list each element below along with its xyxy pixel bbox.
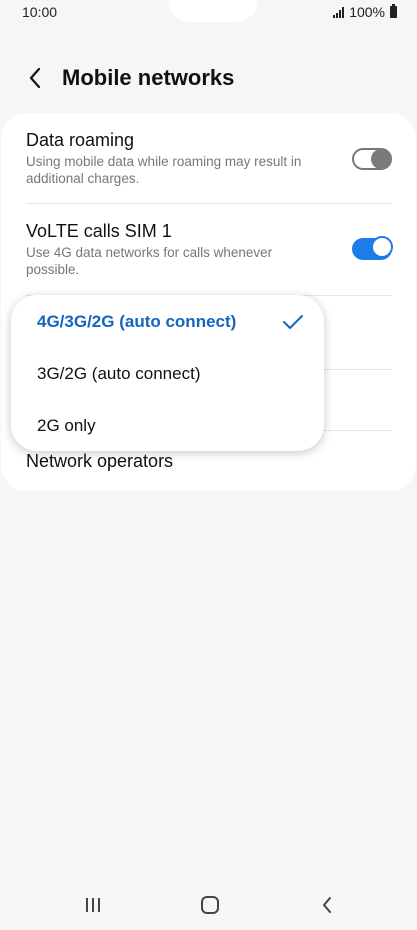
network-operators-title: Network operators — [26, 451, 174, 471]
home-icon — [201, 896, 219, 914]
camera-notch — [168, 0, 258, 22]
back-icon — [323, 897, 331, 913]
network-mode-option-4g-3g-2g[interactable]: 4G/3G/2G (auto connect) — [37, 312, 307, 332]
app-header: Mobile networks — [0, 55, 417, 101]
chevron-left-icon — [29, 67, 41, 89]
network-operators-row[interactable]: Network operators — [26, 450, 392, 472]
status-time: 10:00 — [22, 4, 58, 20]
volte-row[interactable]: VoLTE calls SIM 1 Use 4G data networks f… — [26, 220, 393, 278]
page-title: Mobile networks — [62, 65, 235, 90]
check-icon — [283, 315, 303, 329]
volte-subtitle: Use 4G data networks for calls whenever … — [26, 245, 273, 277]
back-button[interactable] — [18, 61, 52, 95]
status-bar: 10:00 100% — [0, 0, 417, 26]
network-mode-option-2g[interactable]: 2G only — [37, 416, 307, 436]
status-indicators: 100% — [333, 4, 397, 20]
data-roaming-toggle[interactable] — [352, 148, 392, 170]
network-mode-option-3g-2g[interactable]: 3G/2G (auto connect) — [37, 364, 307, 384]
signal-icon — [333, 6, 345, 18]
home-button[interactable] — [190, 892, 230, 918]
divider — [26, 203, 392, 204]
data-roaming-subtitle: Using mobile data while roaming may resu… — [26, 154, 302, 186]
system-nav-bar — [0, 880, 417, 930]
option-label: 4G/3G/2G (auto connect) — [37, 312, 237, 331]
recents-icon — [86, 898, 100, 912]
battery-percent: 100% — [349, 4, 385, 20]
option-label: 3G/2G (auto connect) — [37, 364, 201, 383]
toggle-knob — [371, 236, 393, 258]
network-mode-menu: 4G/3G/2G (auto connect) 3G/2G (auto conn… — [11, 295, 324, 451]
data-roaming-title: Data roaming — [26, 130, 135, 150]
data-roaming-row[interactable]: Data roaming Using mobile data while roa… — [26, 129, 392, 187]
volte-title: VoLTE calls SIM 1 — [26, 221, 172, 241]
option-label: 2G only — [37, 416, 96, 435]
volte-toggle[interactable] — [352, 236, 393, 260]
battery-icon — [390, 4, 397, 18]
recents-button[interactable] — [73, 892, 113, 918]
nav-back-button[interactable] — [307, 892, 347, 918]
toggle-knob — [371, 149, 391, 169]
